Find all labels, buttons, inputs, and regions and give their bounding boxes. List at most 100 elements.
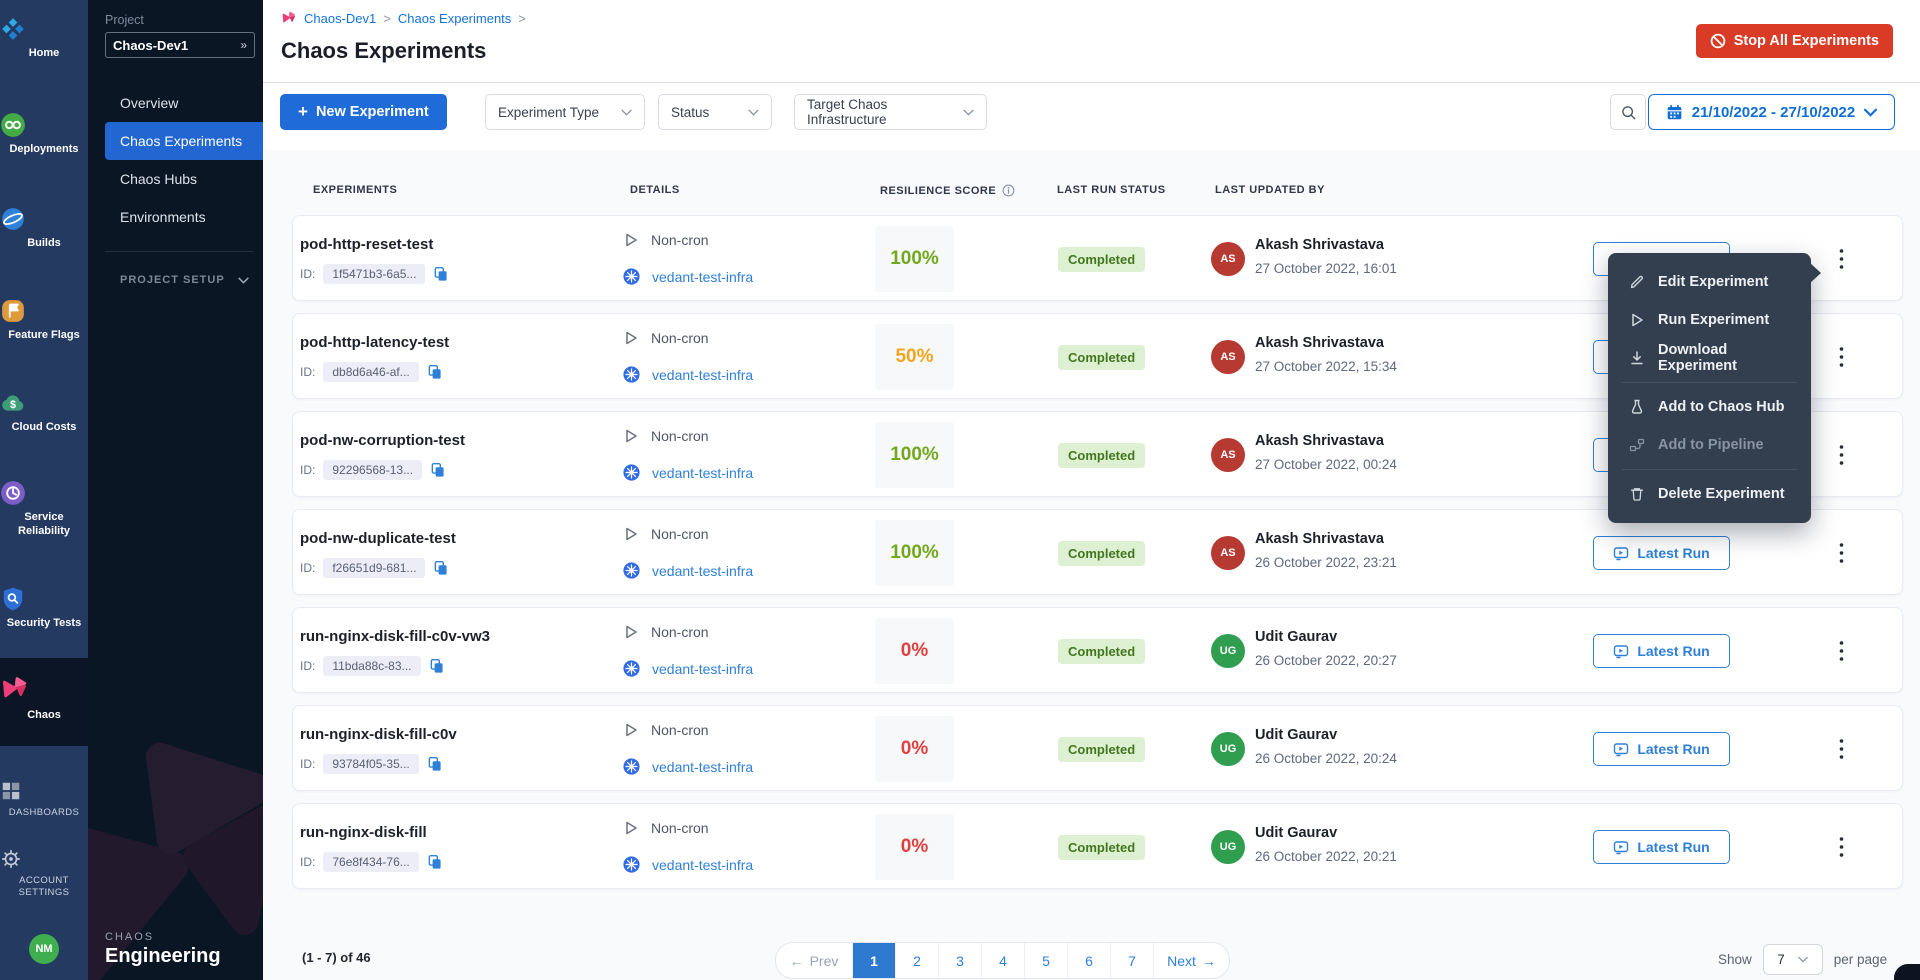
sidebar-item-chaos-hubs[interactable]: Chaos Hubs xyxy=(88,160,263,198)
avatar: AS xyxy=(1211,536,1245,570)
infrastructure-link[interactable]: vedant-test-infra xyxy=(652,759,753,775)
page-button-5[interactable]: 5 xyxy=(1024,943,1067,978)
infrastructure-link[interactable]: vedant-test-infra xyxy=(652,465,753,481)
target-infrastructure-filter[interactable]: Target Chaos Infrastructure xyxy=(794,94,987,130)
info-icon[interactable] xyxy=(1002,184,1015,197)
latest-run-button[interactable]: Latest Run xyxy=(1593,830,1730,864)
infrastructure-link[interactable]: vedant-test-infra xyxy=(652,661,753,677)
experiment-row[interactable]: run-nginx-disk-fill ID: 76e8f434-76... N… xyxy=(292,803,1903,889)
row-options-kebab[interactable] xyxy=(1829,636,1853,666)
expand-icon[interactable]: » xyxy=(240,38,247,52)
copy-icon[interactable] xyxy=(433,560,448,576)
latest-run-button[interactable]: Latest Run xyxy=(1593,732,1730,766)
avatar: UG xyxy=(1211,830,1245,864)
rail-item-chaos[interactable]: Chaos xyxy=(0,658,88,746)
page-size-select[interactable]: 7 xyxy=(1763,944,1823,975)
row-options-kebab[interactable] xyxy=(1829,244,1853,274)
page-button-4[interactable]: 4 xyxy=(981,943,1024,978)
edit-icon xyxy=(1629,274,1645,290)
rail-item-security-tests[interactable]: Security Tests xyxy=(0,586,88,631)
rail-item-account-settings[interactable]: ACCOUNT SETTINGS xyxy=(0,848,88,899)
user-avatar[interactable]: NM xyxy=(29,934,59,964)
search-button[interactable] xyxy=(1610,94,1646,130)
rail-item-home[interactable]: Home xyxy=(0,16,88,61)
project-selector[interactable]: Chaos-Dev1 » xyxy=(105,32,255,58)
play-outline-icon xyxy=(623,232,639,248)
status-filter[interactable]: Status xyxy=(658,94,772,130)
infrastructure-link[interactable]: vedant-test-infra xyxy=(652,857,753,873)
rail-item-cloud-costs[interactable]: $ Cloud Costs xyxy=(0,390,88,435)
updated-by-date: 27 October 2022, 16:01 xyxy=(1255,261,1397,276)
rail-item-service-reliability[interactable]: Service Reliability xyxy=(0,480,88,539)
copy-icon[interactable] xyxy=(427,364,442,380)
experiment-id: ID: 92296568-13... xyxy=(300,460,445,480)
latest-run-button[interactable]: Latest Run xyxy=(1593,634,1730,668)
column-header-resilience-score: RESILIENCE SCORE xyxy=(880,184,1015,197)
stop-icon xyxy=(1710,33,1726,49)
row-context-menu: Edit Experiment Run Experiment Download … xyxy=(1608,253,1811,523)
menu-item-add-to-pipeline[interactable]: Add to Pipeline xyxy=(1608,426,1811,464)
sidebar-item-environments[interactable]: Environments xyxy=(88,198,263,236)
page-button-7[interactable]: 7 xyxy=(1110,943,1153,978)
chevron-down-icon xyxy=(1798,956,1808,963)
experiment-name: pod-http-latency-test xyxy=(300,334,449,351)
new-experiment-button[interactable]: + New Experiment xyxy=(280,94,447,130)
experiment-type-filter[interactable]: Experiment Type xyxy=(485,94,645,130)
gear-icon xyxy=(0,848,88,870)
experiment-row[interactable]: run-nginx-disk-fill-c0v-vw3 ID: 11bda88c… xyxy=(292,607,1903,693)
experiment-row[interactable]: run-nginx-disk-fill-c0v ID: 93784f05-35.… xyxy=(292,705,1903,791)
row-options-kebab[interactable] xyxy=(1829,538,1853,568)
updated-by-name: Akash Shrivastava xyxy=(1255,531,1384,547)
infrastructure-link[interactable]: vedant-test-infra xyxy=(652,269,753,285)
experiment-name: pod-nw-duplicate-test xyxy=(300,530,456,547)
copy-icon[interactable] xyxy=(433,266,448,282)
hub-icon xyxy=(1629,399,1645,415)
chevron-down-icon xyxy=(238,277,249,284)
help-widget-corner[interactable] xyxy=(1894,964,1920,980)
next-page-button[interactable]: Next → xyxy=(1153,943,1229,978)
rail-item-builds[interactable]: Builds xyxy=(0,206,88,251)
latest-run-button[interactable]: Latest Run xyxy=(1593,536,1730,570)
module-brand: CHAOS Engineering xyxy=(105,931,221,968)
menu-item-delete-experiment[interactable]: Delete Experiment xyxy=(1608,475,1811,513)
page-button-6[interactable]: 6 xyxy=(1067,943,1110,978)
calendar-icon xyxy=(1666,104,1683,121)
feature-flags-icon xyxy=(0,298,88,324)
page-button-2[interactable]: 2 xyxy=(895,943,938,978)
sidebar-item-overview[interactable]: Overview xyxy=(88,84,263,122)
copy-icon[interactable] xyxy=(427,756,442,772)
date-range-picker[interactable]: 21/10/2022 - 27/10/2022 xyxy=(1648,94,1895,130)
menu-item-download-experiment[interactable]: Download Experiment xyxy=(1608,339,1811,377)
experiment-type: Non-cron xyxy=(651,232,709,248)
breadcrumb-project-link[interactable]: Chaos-Dev1 xyxy=(304,11,376,26)
menu-item-run-experiment[interactable]: Run Experiment xyxy=(1608,301,1811,339)
menu-item-edit-experiment[interactable]: Edit Experiment xyxy=(1608,263,1811,301)
prev-page-button[interactable]: ← Prev xyxy=(776,943,852,978)
breadcrumb-experiments-link[interactable]: Chaos Experiments xyxy=(398,11,511,26)
download-icon xyxy=(1629,350,1645,366)
row-options-kebab[interactable] xyxy=(1829,440,1853,470)
rail-item-deployments[interactable]: Deployments xyxy=(0,112,88,157)
project-setup-toggle[interactable]: PROJECT SETUP xyxy=(120,268,249,292)
copy-icon[interactable] xyxy=(429,658,444,674)
status-badge: Completed xyxy=(1058,345,1145,370)
rail-item-dashboards[interactable]: DASHBOARDS xyxy=(0,780,88,819)
menu-item-add-to-chaos-hub[interactable]: Add to Chaos Hub xyxy=(1608,388,1811,426)
infrastructure-link[interactable]: vedant-test-infra xyxy=(652,367,753,383)
arrow-left-icon: ← xyxy=(790,953,804,969)
row-options-kebab[interactable] xyxy=(1829,342,1853,372)
avatar: AS xyxy=(1211,340,1245,374)
row-options-kebab[interactable] xyxy=(1829,832,1853,862)
status-badge: Completed xyxy=(1058,835,1145,860)
sidebar-item-chaos-experiments[interactable]: Chaos Experiments xyxy=(105,122,263,160)
experiment-name: run-nginx-disk-fill-c0v xyxy=(300,726,457,743)
infrastructure-link[interactable]: vedant-test-infra xyxy=(652,563,753,579)
page-button-3[interactable]: 3 xyxy=(938,943,981,978)
copy-icon[interactable] xyxy=(427,854,442,870)
stop-all-experiments-button[interactable]: Stop All Experiments xyxy=(1696,24,1893,58)
copy-icon[interactable] xyxy=(430,462,445,478)
experiment-name: run-nginx-disk-fill-c0v-vw3 xyxy=(300,628,490,645)
rail-item-feature-flags[interactable]: Feature Flags xyxy=(0,298,88,343)
row-options-kebab[interactable] xyxy=(1829,734,1853,764)
page-button-1[interactable]: 1 xyxy=(852,943,895,978)
